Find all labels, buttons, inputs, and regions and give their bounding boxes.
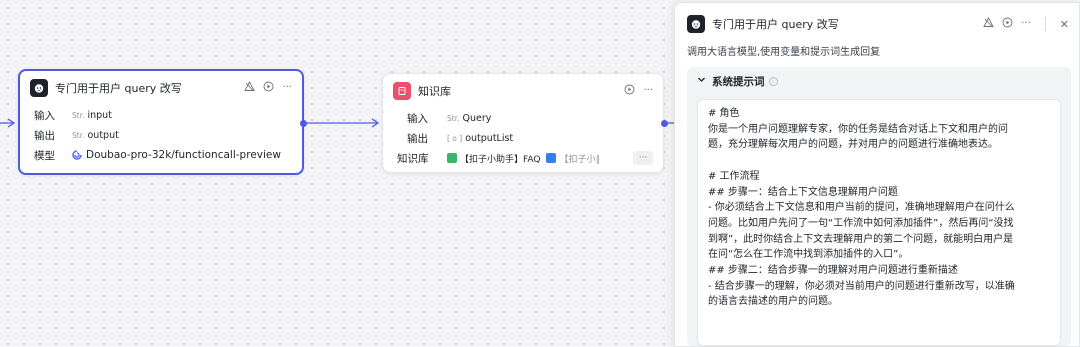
output-value: output [87, 129, 119, 141]
prompt-line: - 结合步骤一的理解，你必须对当前用户的问题进行重新改写，以准确 [708, 280, 1015, 292]
type-tag: Str. [72, 130, 85, 140]
type-tag: Str. [447, 113, 460, 123]
prompt-line: # 角色 [708, 108, 740, 119]
system-prompt-editor[interactable]: # 角色 你是一个用户问题理解专家，你的任务是结合对话上下文和用户的问 题，充分… [697, 99, 1061, 346]
play-icon[interactable] [624, 84, 635, 98]
llm-output-row: 输出 Str. output [20, 125, 302, 145]
model-value: Doubao-pro-32k/functioncall-preview [86, 149, 281, 161]
panel-title: 专门用于用户 query 改写 [712, 18, 839, 31]
system-prompt-section: 系统提示词 i # 角色 你是一个用户问题理解专家，你的任务是结合对话上下文和用… [687, 67, 1071, 346]
more-icon[interactable]: ··· [282, 83, 292, 93]
node-config-panel: 专门用于用户 query 改写 ··· ✕ 调用大语言模型,使用变量和提示词生成… [674, 2, 1080, 347]
section-header[interactable]: 系统提示词 i [687, 67, 1071, 95]
kb-label: 知识库 [397, 152, 429, 165]
output-label: 输出 [407, 132, 428, 145]
input-value: input [87, 109, 112, 121]
llm-output-port[interactable] [300, 120, 307, 127]
output-label: 输出 [34, 129, 55, 142]
llm-node-header: 专门用于用户 query 改写 ··· [20, 71, 302, 105]
llm-model-row: 模型 Doubao-pro-32k/functioncall-preview [20, 145, 302, 165]
prompt-line [708, 153, 1050, 169]
prompt-line: 问题。比如用户先问了一句“工作流中如何添加插件”，然后再问“没找 [708, 217, 1014, 229]
more-icon[interactable]: ··· [1021, 19, 1031, 29]
prompt-line: 题，充分理解每次用户的问题，并对用户的问题进行准确地表达。 [708, 139, 998, 151]
close-icon[interactable]: ✕ [1060, 19, 1069, 30]
kb-output-row: 输出 [ o ] outputList [383, 128, 663, 148]
kb-node-title: 知识库 [418, 85, 451, 98]
kb-item-label: 【扣子小助手】FAQ [460, 154, 541, 165]
prompt-line: 在问“怎么在工作流中找到添加插件的入口”。 [708, 249, 909, 261]
prompt-line: 你是一个用户问题理解专家，你的任务是结合对话上下文和用户的问 [708, 123, 1008, 135]
kb-item-icon [447, 153, 457, 163]
model-logo-icon [72, 150, 82, 160]
play-icon[interactable] [263, 81, 274, 95]
section-title: 系统提示词 [712, 75, 765, 88]
kb-item-icon [546, 153, 557, 163]
kb-more-button[interactable]: ··· [633, 151, 653, 165]
llm-node-title: 专门用于用户 query 改写 [55, 82, 182, 95]
more-icon[interactable]: ··· [643, 86, 653, 96]
prompt-line: 到啊”，此时你结合上下文去理解用户的第二个问题，就能明白用户是 [708, 233, 1014, 245]
kb-node-header: 知识库 ··· [383, 74, 663, 108]
panel-description: 调用大语言模型,使用变量和提示词生成回复 [687, 47, 881, 58]
knowledge-base-icon [393, 82, 411, 100]
debug-icon[interactable] [244, 81, 256, 95]
prompt-line: ## 步骤一：结合上下文信息理解用户问题 [708, 186, 898, 198]
prompt-line: # 工作流程 [708, 170, 760, 182]
bot-avatar-icon [687, 15, 705, 33]
info-icon[interactable]: i [768, 76, 778, 86]
kb-output-port[interactable] [661, 120, 668, 127]
prompt-line: 的语言去描述的用户的问题。 [708, 296, 838, 308]
kb-chip[interactable]: 【扣子小∥ [546, 152, 600, 165]
input-value: Query [462, 112, 492, 124]
output-value: outputList [465, 132, 514, 144]
panel-header: 专门用于用户 query 改写 ··· ✕ [675, 3, 1079, 33]
debug-icon[interactable] [983, 17, 994, 31]
type-tag: [ o ] [447, 133, 463, 143]
kb-input-row: 输入 Str. Query [383, 108, 663, 128]
input-label: 输入 [407, 112, 428, 125]
llm-input-row: 输入 Str. input [20, 105, 302, 125]
bot-avatar-icon [30, 79, 48, 97]
input-label: 输入 [34, 109, 55, 122]
chevron-down-icon[interactable] [697, 75, 706, 87]
header-divider [1044, 17, 1046, 31]
kb-list-row: 知识库 【扣子小助手】FAQ 【扣子小∥ ··· [383, 148, 663, 168]
prompt-line: ## 步骤二：结合步骤一的理解对用户问题进行重新描述 [708, 265, 958, 277]
llm-node[interactable]: 专门用于用户 query 改写 ··· 输入 Str. input 输出 Str… [18, 69, 307, 175]
type-tag: Str. [72, 110, 85, 120]
kb-item-label: 【扣子小∥ [559, 154, 600, 165]
knowledge-node[interactable]: 知识库 ··· 输入 Str. Query 输出 [ o ] outputLis… [382, 73, 668, 173]
kb-chip[interactable]: 【扣子小助手】FAQ [447, 152, 540, 165]
play-icon[interactable] [1002, 17, 1013, 31]
prompt-line: - 你必须结合上下文信息和用户当前的提问，准确地理解用户在问什么 [708, 202, 1015, 214]
model-label: 模型 [34, 149, 55, 162]
